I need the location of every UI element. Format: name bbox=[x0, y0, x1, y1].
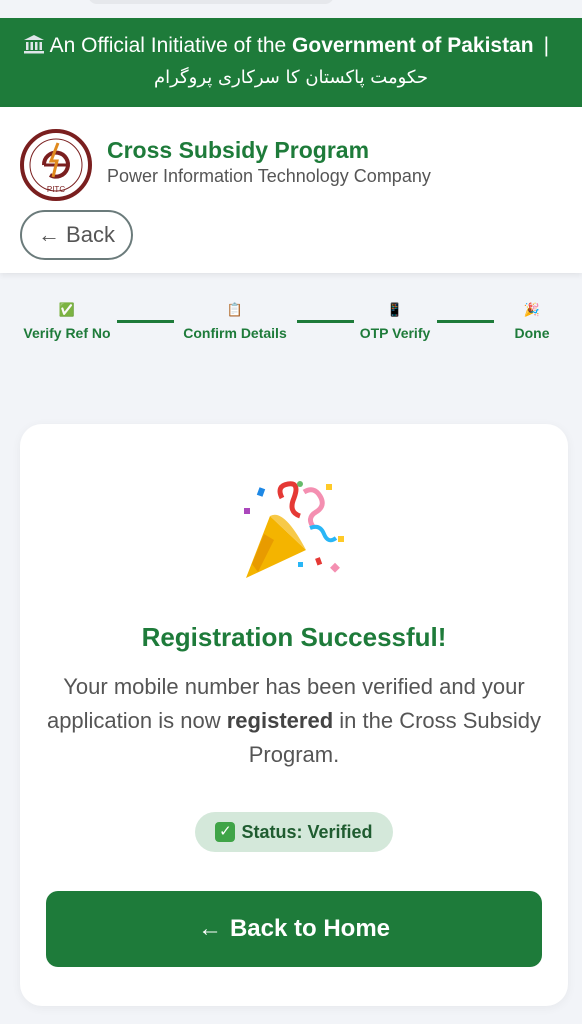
step-label: OTP Verify bbox=[359, 325, 431, 341]
back-to-home-label: Back to Home bbox=[229, 915, 391, 942]
banner-separator: | bbox=[543, 34, 550, 57]
step-label: Verify Ref No bbox=[23, 325, 111, 341]
step-label: Confirm Details bbox=[183, 325, 287, 341]
company-name: Power Information Technology Company bbox=[107, 166, 431, 186]
step-done: 🎉 Done bbox=[510, 300, 554, 344]
step-confirm-details: 📋 Confirm Details bbox=[176, 300, 294, 344]
step-connector bbox=[437, 320, 494, 323]
bank-icon bbox=[23, 34, 50, 57]
back-label: Back bbox=[66, 222, 115, 247]
program-title: Cross Subsidy Program bbox=[107, 137, 370, 163]
check-icon: ✓ bbox=[215, 822, 236, 842]
party-popper-icon bbox=[240, 478, 350, 588]
clipboard-icon: 📋 bbox=[226, 302, 244, 317]
check-icon: ✅ bbox=[58, 302, 76, 317]
government-banner: An Official Initiative of the Government… bbox=[0, 18, 582, 107]
banner-government: Government of Pakistan bbox=[292, 34, 534, 57]
back-arrow-icon: ← bbox=[38, 222, 61, 247]
pitc-logo: PITC bbox=[20, 129, 92, 201]
message-bold: registered bbox=[226, 708, 334, 733]
party-icon: 🎉 bbox=[523, 302, 541, 317]
banner-prefix: An Official Initiative of the bbox=[49, 34, 287, 57]
back-to-home-button[interactable]: ← Back to Home bbox=[46, 891, 542, 967]
step-label: Done bbox=[514, 325, 550, 341]
phone-icon: 📱 bbox=[386, 302, 404, 317]
step-verify-ref: ✅ Verify Ref No bbox=[20, 300, 114, 344]
step-connector bbox=[297, 320, 354, 323]
banner-urdu: حکومت پاکستان کا سرکاری پروگرام bbox=[153, 67, 428, 88]
status-text: Status: Verified bbox=[241, 821, 373, 842]
logo-text: PITC bbox=[47, 185, 65, 194]
top-scroll-pill bbox=[88, 0, 334, 4]
back-button[interactable]: ← Back bbox=[20, 210, 133, 260]
success-title: Registration Successful! bbox=[141, 622, 447, 652]
step-otp-verify: 📱 OTP Verify bbox=[356, 300, 434, 344]
status-badge: ✓ Status: Verified bbox=[195, 812, 393, 852]
site-header: PITC Cross Subsidy Program Power Informa… bbox=[0, 107, 582, 273]
step-connector bbox=[117, 320, 174, 323]
arrow-left-icon: ← bbox=[197, 915, 222, 942]
progress-steps: ✅ Verify Ref No 📋 Confirm Details 📱 OTP … bbox=[0, 300, 582, 350]
success-card: Registration Successful! Your mobile num… bbox=[20, 424, 568, 1006]
success-message: Your mobile number has been verified and… bbox=[40, 670, 548, 772]
